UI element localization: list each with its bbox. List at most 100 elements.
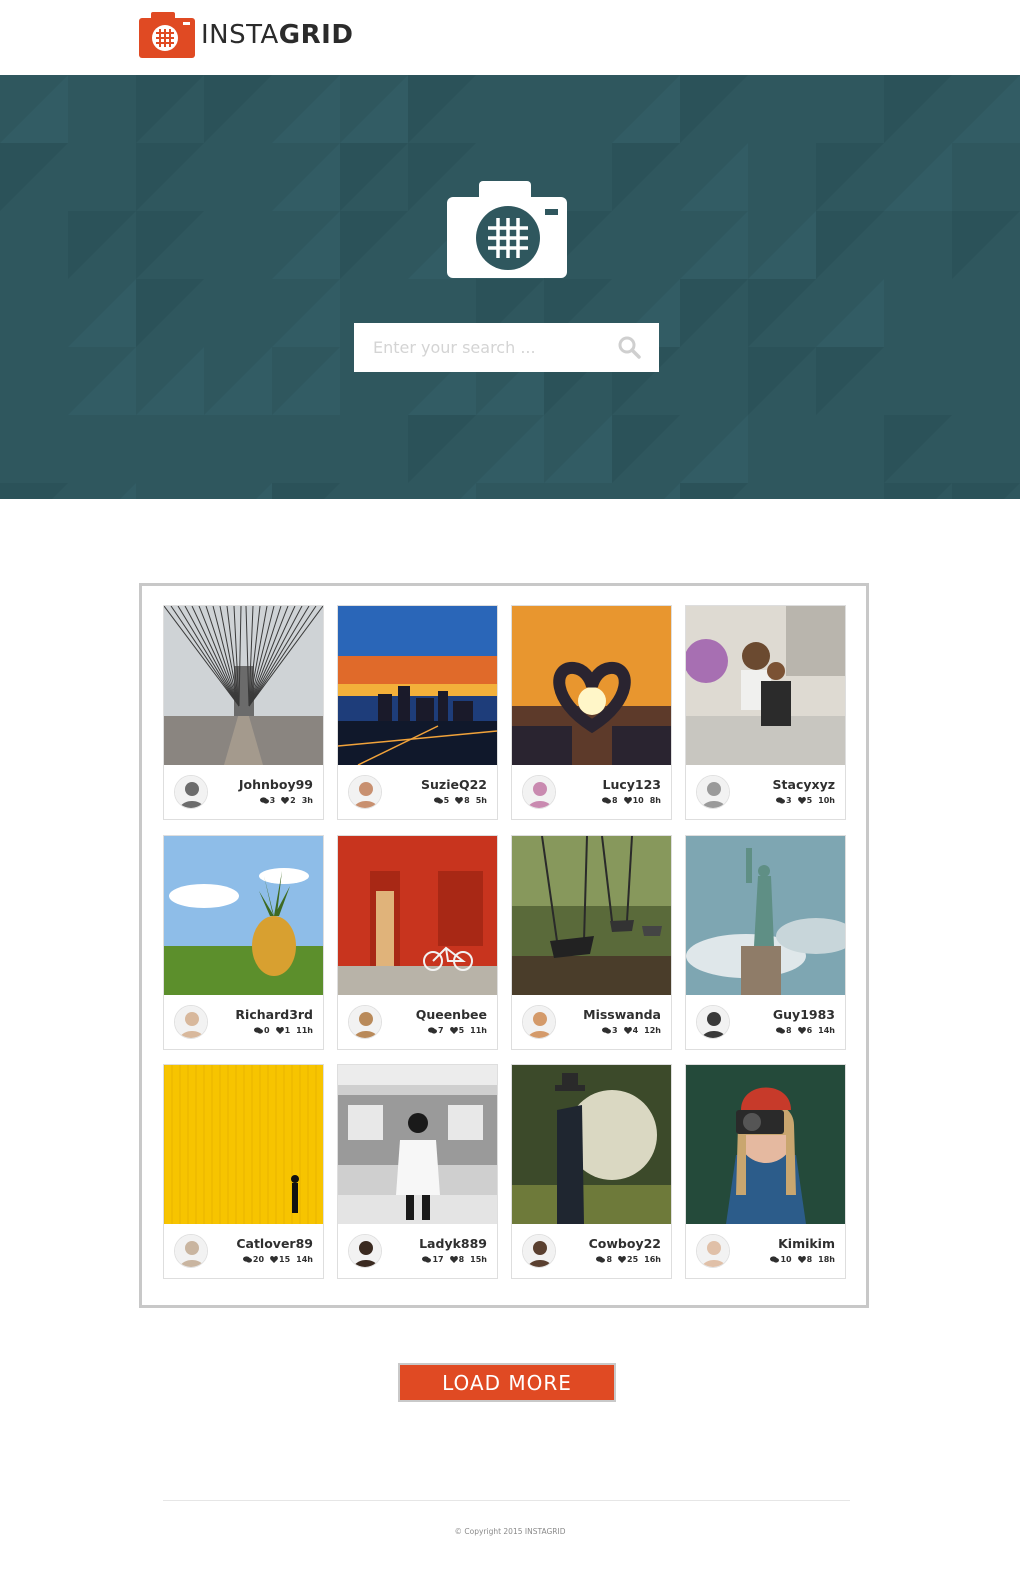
like-count: 5	[806, 796, 813, 805]
avatar[interactable]	[174, 1234, 208, 1268]
post-meta: Guy1983 8 6 14h	[686, 995, 845, 1049]
brand-name-part-b: GRID	[278, 20, 354, 50]
post-meta: Catlover89 20 15 14h	[164, 1224, 323, 1278]
post-photo[interactable]	[512, 836, 671, 995]
username[interactable]: SuzieQ22	[421, 777, 487, 792]
post-meta: Johnboy99 3 2 3h	[164, 765, 323, 819]
heart-icon	[275, 1027, 284, 1034]
comment-count: 17	[432, 1255, 444, 1264]
like-count: 2	[290, 796, 296, 805]
post-card[interactable]: Guy1983 8 6 14h	[685, 835, 846, 1050]
username[interactable]: Kimikim	[778, 1236, 835, 1251]
post-photo[interactable]	[338, 1065, 497, 1224]
avatar[interactable]	[174, 775, 208, 809]
post-card[interactable]: Johnboy99 3 2 3h	[163, 605, 324, 820]
comments-icon	[242, 1256, 252, 1263]
post-age: 11h	[296, 1026, 313, 1035]
comments-icon	[776, 797, 786, 804]
post-stats: 5 8 5h	[433, 796, 487, 805]
post-stats: 8 25 16h	[596, 1255, 661, 1264]
username[interactable]: Misswanda	[583, 1007, 661, 1022]
post-card[interactable]: Misswanda 3 4 12h	[511, 835, 672, 1050]
heart-icon	[797, 797, 806, 804]
post-photo[interactable]	[338, 606, 497, 765]
comment-count: 10	[780, 1255, 792, 1264]
post-age: 11h	[470, 1026, 487, 1035]
post-stats: 7 5 11h	[428, 1026, 487, 1035]
username[interactable]: Catlover89	[236, 1236, 313, 1251]
post-age: 14h	[818, 1026, 835, 1035]
avatar[interactable]	[522, 775, 556, 809]
comments-icon	[602, 1027, 612, 1034]
username[interactable]: Stacyxyz	[773, 777, 835, 792]
post-photo[interactable]	[164, 1065, 323, 1224]
photo-grid: Johnboy99 3 2 3h SuzieQ22 5 8 5h Lucy123…	[139, 583, 869, 1308]
post-card[interactable]: Richard3rd 0 1 11h	[163, 835, 324, 1050]
post-meta: Richard3rd 0 1 11h	[164, 995, 323, 1049]
search-icon[interactable]	[617, 335, 643, 361]
username[interactable]: Cowboy22	[589, 1236, 661, 1251]
heart-icon	[623, 1027, 632, 1034]
comment-count: 0	[264, 1026, 270, 1035]
post-stats: 8 10 8h	[602, 796, 661, 805]
username[interactable]: Johnboy99	[239, 777, 313, 792]
post-card[interactable]: Catlover89 20 15 14h	[163, 1064, 324, 1279]
post-meta: Ladyk889 17 8 15h	[338, 1224, 497, 1278]
post-photo[interactable]	[164, 606, 323, 765]
post-photo[interactable]	[512, 606, 671, 765]
avatar[interactable]	[348, 1005, 382, 1039]
username[interactable]: Guy1983	[773, 1007, 835, 1022]
comments-icon	[433, 797, 443, 804]
avatar[interactable]	[348, 1234, 382, 1268]
heart-icon	[455, 797, 464, 804]
username[interactable]: Queenbee	[416, 1007, 487, 1022]
post-card[interactable]: Kimikim 10 8 18h	[685, 1064, 846, 1279]
comments-icon	[770, 1256, 780, 1263]
like-count: 5	[458, 1026, 465, 1035]
avatar[interactable]	[696, 1234, 730, 1268]
username[interactable]: Ladyk889	[419, 1236, 487, 1251]
avatar[interactable]	[348, 775, 382, 809]
logo[interactable]: INSTAGRID	[139, 12, 353, 58]
heart-icon	[449, 1256, 458, 1263]
avatar[interactable]	[522, 1234, 556, 1268]
post-photo[interactable]	[686, 606, 845, 765]
post-stats: 8 6 14h	[776, 1026, 835, 1035]
like-count: 8	[464, 796, 470, 805]
post-card[interactable]: Lucy123 8 10 8h	[511, 605, 672, 820]
post-card[interactable]: Cowboy22 8 25 16h	[511, 1064, 672, 1279]
post-age: 18h	[818, 1255, 835, 1264]
post-card[interactable]: Stacyxyz 3 5 10h	[685, 605, 846, 820]
triangle-pattern-background	[0, 75, 1020, 499]
post-card[interactable]: Queenbee 7 5 11h	[337, 835, 498, 1050]
like-count: 8	[458, 1255, 465, 1264]
post-photo[interactable]	[686, 1065, 845, 1224]
avatar[interactable]	[522, 1005, 556, 1039]
like-count: 4	[632, 1026, 639, 1035]
post-card[interactable]: Ladyk889 17 8 15h	[337, 1064, 498, 1279]
post-photo[interactable]	[164, 836, 323, 995]
search-input[interactable]	[354, 323, 604, 372]
post-photo[interactable]	[512, 1065, 671, 1224]
post-age: 16h	[644, 1255, 661, 1264]
avatar[interactable]	[174, 1005, 208, 1039]
post-photo[interactable]	[686, 836, 845, 995]
hero-banner	[0, 75, 1020, 499]
load-more-button[interactable]: LOAD MORE	[398, 1363, 616, 1402]
like-count: 8	[806, 1255, 813, 1264]
username[interactable]: Richard3rd	[235, 1007, 313, 1022]
comments-icon	[602, 797, 612, 804]
post-meta: Lucy123 8 10 8h	[512, 765, 671, 819]
like-count: 15	[279, 1255, 291, 1264]
post-age: 15h	[470, 1255, 487, 1264]
post-age: 5h	[475, 796, 487, 805]
post-photo[interactable]	[338, 836, 497, 995]
avatar[interactable]	[696, 1005, 730, 1039]
username[interactable]: Lucy123	[602, 777, 661, 792]
post-age: 10h	[818, 796, 835, 805]
avatar[interactable]	[696, 775, 730, 809]
post-card[interactable]: SuzieQ22 5 8 5h	[337, 605, 498, 820]
comment-count: 3	[612, 1026, 618, 1035]
comments-icon	[422, 1256, 432, 1263]
comments-icon	[596, 1256, 606, 1263]
